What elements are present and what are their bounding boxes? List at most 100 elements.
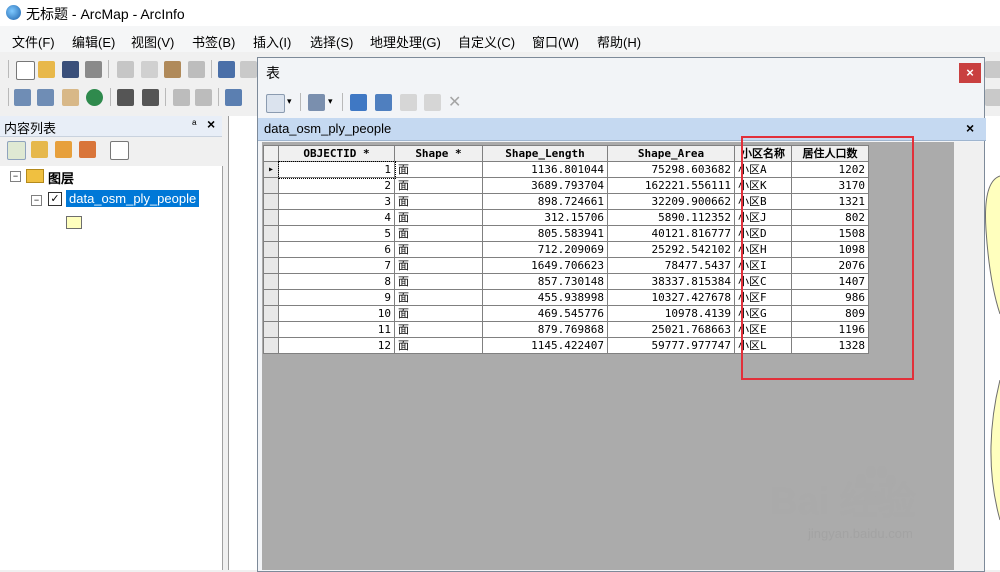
cell-shape[interactable]: 面 bbox=[394, 177, 483, 194]
list-by-visibility-icon[interactable] bbox=[55, 141, 72, 158]
table-tab[interactable]: data_osm_ply_people bbox=[264, 121, 391, 136]
cell-shape[interactable]: 面 bbox=[394, 225, 483, 242]
cell-shape-length[interactable]: 712.209069 bbox=[482, 241, 608, 258]
row-selector[interactable] bbox=[263, 273, 279, 290]
row-selector[interactable] bbox=[263, 241, 279, 258]
zoom-in-icon[interactable] bbox=[14, 89, 31, 106]
menu-windows[interactable]: 窗口(W) bbox=[532, 32, 579, 51]
copy-icon[interactable] bbox=[141, 61, 158, 78]
cell-shape-length[interactable]: 879.769868 bbox=[482, 321, 608, 338]
cell-shape-length[interactable]: 1136.801044 bbox=[482, 161, 608, 178]
column-header-objectid[interactable]: OBJECTID * bbox=[278, 145, 395, 162]
menu-help[interactable]: 帮助(H) bbox=[597, 32, 641, 51]
menu-edit[interactable]: 编辑(E) bbox=[72, 32, 115, 51]
cell-shape[interactable]: 面 bbox=[394, 161, 483, 178]
open-folder-icon[interactable] bbox=[38, 61, 55, 78]
cell-objectid[interactable]: 11 bbox=[278, 321, 395, 338]
cell-shape[interactable]: 面 bbox=[394, 241, 483, 258]
column-header-shape-area[interactable]: Shape_Area bbox=[607, 145, 735, 162]
related-tables-icon[interactable] bbox=[308, 94, 325, 111]
pan-hand-icon[interactable] bbox=[62, 89, 79, 106]
menu-customize[interactable]: 自定义(C) bbox=[458, 32, 515, 51]
layer-name[interactable]: data_osm_ply_people bbox=[66, 190, 200, 207]
delete-selected-icon[interactable]: ✕ bbox=[448, 92, 461, 112]
menu-view[interactable]: 视图(V) bbox=[131, 32, 174, 51]
cell-shape-area[interactable]: 162221.556111 bbox=[607, 177, 735, 194]
row-selector-header[interactable] bbox=[263, 145, 279, 162]
row-selector[interactable] bbox=[263, 257, 279, 274]
cell-shape-area[interactable]: 25021.768663 bbox=[607, 321, 735, 338]
collapse-icon[interactable]: − bbox=[10, 171, 21, 182]
toolbar-grip[interactable] bbox=[8, 60, 9, 78]
cell-objectid[interactable]: 3 bbox=[278, 193, 395, 210]
menu-bookmarks[interactable]: 书签(B) bbox=[192, 32, 235, 51]
cell-shape-area[interactable]: 59777.977747 bbox=[607, 337, 735, 354]
save-icon[interactable] bbox=[62, 61, 79, 78]
cell-objectid[interactable]: 5 bbox=[278, 225, 395, 242]
layer-visibility-checkbox[interactable]: ✓ bbox=[48, 192, 62, 206]
clear-selection-icon[interactable] bbox=[400, 94, 417, 111]
cell-shape[interactable]: 面 bbox=[394, 337, 483, 354]
redo-icon[interactable] bbox=[240, 61, 257, 78]
switch-selection-icon[interactable] bbox=[375, 94, 392, 111]
cell-shape-area[interactable]: 40121.816777 bbox=[607, 225, 735, 242]
cell-objectid[interactable]: 10 bbox=[278, 305, 395, 322]
toc-close-button[interactable]: × bbox=[207, 116, 215, 132]
options-icon[interactable] bbox=[110, 141, 129, 160]
menu-insert[interactable]: 插入(I) bbox=[253, 32, 291, 51]
list-by-selection-icon[interactable] bbox=[79, 141, 96, 158]
row-selector[interactable] bbox=[263, 225, 279, 242]
cell-shape[interactable]: 面 bbox=[394, 273, 483, 290]
menu-selection[interactable]: 选择(S) bbox=[310, 32, 353, 51]
cell-shape-area[interactable]: 10978.4139 bbox=[607, 305, 735, 322]
cell-objectid[interactable]: 9 bbox=[278, 289, 395, 306]
cell-shape-length[interactable]: 898.724661 bbox=[482, 193, 608, 210]
cell-shape[interactable]: 面 bbox=[394, 193, 483, 210]
cell-shape[interactable]: 面 bbox=[394, 305, 483, 322]
list-by-source-icon[interactable] bbox=[31, 141, 48, 158]
table-tab-close-button[interactable]: × bbox=[966, 120, 974, 136]
zoom-to-selected-icon[interactable] bbox=[424, 94, 441, 111]
cell-shape-length[interactable]: 857.730148 bbox=[482, 273, 608, 290]
fixed-zoom-in-icon[interactable] bbox=[117, 89, 134, 106]
cut-icon[interactable] bbox=[117, 61, 134, 78]
toolbar-overflow-icon[interactable] bbox=[985, 89, 1000, 106]
fixed-zoom-out-icon[interactable] bbox=[142, 89, 159, 106]
cell-shape-area[interactable]: 78477.5437 bbox=[607, 257, 735, 274]
cell-shape-area[interactable]: 75298.603682 bbox=[607, 161, 735, 178]
menu-file[interactable]: 文件(F) bbox=[12, 32, 55, 51]
cell-shape-area[interactable]: 10327.427678 bbox=[607, 289, 735, 306]
cell-objectid[interactable]: 2 bbox=[278, 177, 395, 194]
cell-shape[interactable]: 面 bbox=[394, 257, 483, 274]
row-selector[interactable] bbox=[263, 321, 279, 338]
cell-shape-length[interactable]: 469.545776 bbox=[482, 305, 608, 322]
cell-shape[interactable]: 面 bbox=[394, 321, 483, 338]
row-selector[interactable] bbox=[263, 193, 279, 210]
table-options-icon[interactable] bbox=[266, 94, 285, 113]
layers-group-label[interactable]: 图层 bbox=[48, 168, 74, 187]
collapse-icon[interactable]: − bbox=[31, 195, 42, 206]
column-header-shape[interactable]: Shape * bbox=[394, 145, 483, 162]
row-selector[interactable] bbox=[263, 305, 279, 322]
cell-shape-length[interactable]: 312.15706 bbox=[482, 209, 608, 226]
row-selector[interactable]: ▸ bbox=[263, 161, 279, 178]
toolbar-overflow-icon[interactable] bbox=[985, 61, 1000, 78]
row-selector[interactable] bbox=[263, 177, 279, 194]
cell-objectid[interactable]: 4 bbox=[278, 209, 395, 226]
cell-shape-length[interactable]: 805.583941 bbox=[482, 225, 608, 242]
cell-shape[interactable]: 面 bbox=[394, 209, 483, 226]
row-selector[interactable] bbox=[263, 337, 279, 354]
cell-shape-area[interactable]: 38337.815384 bbox=[607, 273, 735, 290]
cell-shape-area[interactable]: 32209.900662 bbox=[607, 193, 735, 210]
zoom-out-icon[interactable] bbox=[37, 89, 54, 106]
select-by-attributes-icon[interactable] bbox=[350, 94, 367, 111]
cell-shape-length[interactable]: 455.938998 bbox=[482, 289, 608, 306]
cell-objectid[interactable]: 12 bbox=[278, 337, 395, 354]
new-document-icon[interactable] bbox=[16, 61, 35, 80]
full-extent-globe-icon[interactable] bbox=[86, 89, 103, 106]
select-features-icon[interactable] bbox=[225, 89, 242, 106]
paste-icon[interactable] bbox=[164, 61, 181, 78]
cell-shape-length[interactable]: 1145.422407 bbox=[482, 337, 608, 354]
cell-shape-length[interactable]: 1649.706623 bbox=[482, 257, 608, 274]
cell-shape[interactable]: 面 bbox=[394, 289, 483, 306]
